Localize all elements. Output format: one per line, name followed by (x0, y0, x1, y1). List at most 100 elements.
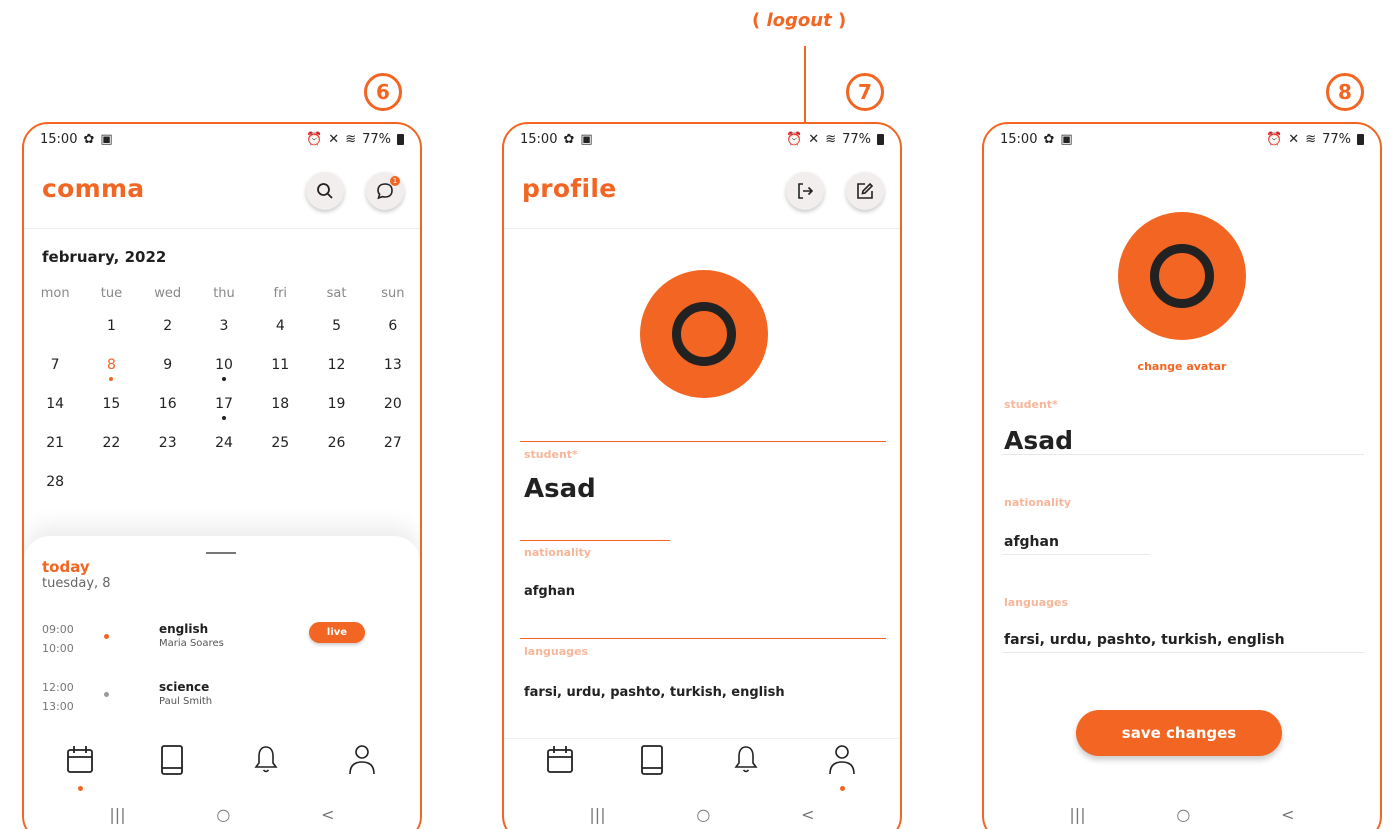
home-button[interactable]: ○ (216, 805, 230, 824)
day-cell[interactable]: 28 (27, 474, 83, 513)
avatar[interactable] (1118, 212, 1246, 340)
day-cell[interactable]: 26 (308, 435, 364, 474)
nav-lessons[interactable] (152, 744, 192, 788)
day-cell[interactable]: 6 (365, 318, 420, 357)
notification-badge: 1 (390, 176, 400, 186)
edit-profile-button[interactable] (846, 172, 884, 210)
home-button[interactable]: ○ (696, 805, 710, 824)
day-number: 16 (158, 396, 177, 412)
day-cell[interactable]: 22 (83, 435, 139, 474)
day-cell[interactable]: 14 (27, 396, 83, 435)
calendar-grid: mon tue wed thu fri sat sun 1 2 3 4 5 6 7 8 9 10 11 12 13 14… (27, 286, 420, 513)
status-bar: 15:00 ✿ ▣ ⏰ ✕ ≋ 77% (984, 124, 1380, 154)
day-cell[interactable]: 24 (196, 435, 252, 474)
live-button[interactable]: live (309, 622, 365, 643)
day-number: 6 (388, 318, 398, 334)
weekday-header: tue (100, 286, 123, 301)
save-changes-button[interactable]: save changes (1076, 710, 1282, 756)
sheet-handle[interactable] (206, 552, 236, 554)
day-number: 3 (219, 318, 229, 334)
day-number: 7 (50, 357, 60, 373)
field-underline (1002, 652, 1364, 653)
student-label: student* (1004, 398, 1058, 411)
day-number: 20 (383, 396, 402, 412)
search-button[interactable] (306, 172, 344, 210)
mute-icon: ✕ (1288, 131, 1300, 147)
day-cell[interactable]: 23 (140, 435, 196, 474)
weekday-header: thu (213, 286, 235, 301)
day-cell[interactable]: 13 (365, 357, 420, 396)
day-cell[interactable]: 27 (365, 435, 420, 474)
day-cell[interactable]: 12 (308, 357, 364, 396)
day-cell[interactable]: 1 (83, 318, 139, 357)
day-cell[interactable]: 11 (252, 357, 308, 396)
wifi-icon: ≋ (825, 131, 837, 147)
change-avatar-link[interactable]: change avatar (984, 360, 1380, 373)
nationality-field[interactable]: afghan (1004, 534, 1059, 550)
day-cell[interactable]: 19 (308, 396, 364, 435)
divider (520, 540, 670, 541)
day-cell[interactable]: 8 (83, 357, 139, 396)
messages-button[interactable]: 1 (366, 172, 404, 210)
logout-button[interactable] (786, 172, 824, 210)
lesson-item[interactable]: 09:00 10:00 english Maria Soares live (42, 620, 402, 660)
day-cell[interactable]: 16 (140, 396, 196, 435)
student-name: Asad (524, 474, 596, 504)
day-cell[interactable]: 25 (252, 435, 308, 474)
lesson-end: 10:00 (42, 642, 74, 655)
back-button[interactable]: < (801, 805, 814, 824)
home-button[interactable]: ○ (1176, 805, 1190, 824)
calendar-screen: 15:00 ✿ ▣ ⏰ ✕ ≋ 77% comma 1 february, 20… (22, 122, 422, 829)
lesson-item[interactable]: 12:00 13:00 science Paul Smith (42, 678, 402, 718)
bell-icon (254, 746, 278, 773)
bottom-nav (24, 744, 420, 796)
languages-field[interactable]: farsi, urdu, pashto, turkish, english (1004, 632, 1285, 648)
day-number: 12 (327, 357, 346, 373)
event-indicator-dot (221, 416, 226, 420)
day-number: 24 (215, 435, 233, 451)
nav-profile[interactable] (822, 744, 862, 791)
day-cell[interactable]: 21 (27, 435, 83, 474)
recents-button[interactable]: ||| (109, 805, 125, 824)
day-cell[interactable]: 7 (27, 357, 83, 396)
logout-annotation-label: logout (766, 10, 832, 31)
status-bar: 15:00 ✿ ▣ ⏰ ✕ ≋ 77% (504, 124, 900, 154)
day-cell[interactable]: 15 (83, 396, 139, 435)
nav-profile[interactable] (342, 744, 382, 788)
day-cell[interactable]: 20 (365, 396, 420, 435)
nav-calendar[interactable] (540, 744, 580, 788)
active-nav-dot (840, 786, 845, 791)
alarm-icon: ⏰ (1266, 131, 1283, 147)
day-cell[interactable]: 10 (196, 357, 252, 396)
day-number: 18 (271, 396, 290, 412)
lesson-end: 13:00 (42, 700, 74, 713)
nav-lessons[interactable] (632, 744, 672, 788)
status-time: 15:00 (520, 131, 558, 147)
nav-calendar[interactable] (60, 744, 100, 791)
day-cell[interactable]: 4 (252, 318, 308, 357)
edit-profile-screen: 15:00 ✿ ▣ ⏰ ✕ ≋ 77% change avatar studen… (982, 122, 1382, 829)
day-number: 11 (271, 357, 290, 373)
divider (520, 441, 886, 442)
divider (520, 638, 886, 639)
recents-button[interactable]: ||| (589, 805, 605, 824)
day-cell[interactable]: 5 (308, 318, 364, 357)
mute-icon: ✕ (328, 131, 340, 147)
nav-notifications[interactable] (246, 744, 286, 788)
day-cell[interactable]: 18 (252, 396, 308, 435)
day-cell[interactable]: 2 (140, 318, 196, 357)
recents-button[interactable]: ||| (1069, 805, 1085, 824)
avatar (640, 270, 768, 398)
lesson-teacher: Paul Smith (159, 696, 213, 707)
nav-notifications[interactable] (726, 744, 766, 788)
student-name-field[interactable]: Asad (1004, 426, 1073, 455)
back-button[interactable]: < (321, 805, 334, 824)
day-cell[interactable]: 17 (196, 396, 252, 435)
day-number: 21 (46, 435, 65, 451)
day-cell[interactable]: 9 (140, 357, 196, 396)
day-number: 14 (46, 396, 65, 412)
edit-icon (857, 182, 874, 199)
back-button[interactable]: < (1281, 805, 1294, 824)
day-cell[interactable]: 3 (196, 318, 252, 357)
bell-icon (734, 746, 758, 773)
